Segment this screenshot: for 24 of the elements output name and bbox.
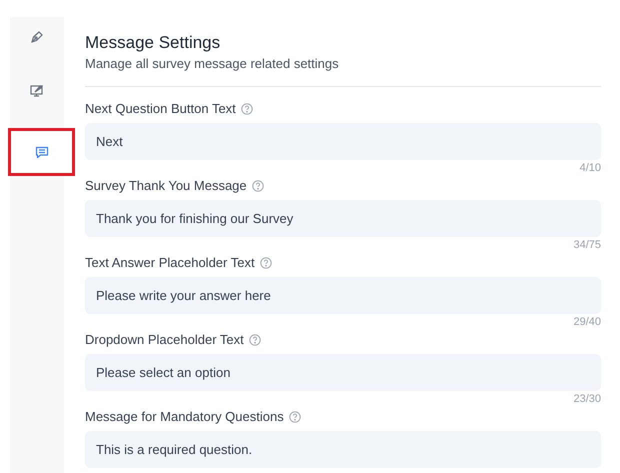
- field-label: Message for Mandatory Questions: [85, 408, 284, 426]
- character-counter: 23/30: [573, 392, 601, 407]
- page-title: Message Settings: [85, 33, 220, 53]
- help-icon[interactable]: [260, 257, 272, 269]
- field-label: Survey Thank You Message: [85, 177, 247, 196]
- help-icon[interactable]: [252, 180, 264, 192]
- help-icon[interactable]: [248, 334, 261, 346]
- sidebar-item[interactable]: [8, 128, 75, 176]
- text-field[interactable]: This is a required question.: [85, 431, 601, 468]
- message-icon: [34, 144, 50, 160]
- character-counter: 29/40: [573, 314, 601, 330]
- pen-icon: [29, 29, 45, 45]
- help-icon[interactable]: [288, 411, 301, 423]
- text-field[interactable]: Thank you for finishing our Survey: [85, 200, 601, 237]
- page-subtitle: Manage all survey message related settings: [85, 55, 339, 73]
- field-label: Next Question Button Text: [85, 100, 236, 118]
- field-label: Text Answer Placeholder Text: [85, 254, 255, 272]
- text-field[interactable]: Please write your answer here: [85, 277, 601, 314]
- text-field[interactable]: Please select an option: [85, 354, 601, 391]
- help-icon[interactable]: [240, 103, 253, 115]
- field-label: Dropdown Placeholder Text: [85, 331, 244, 350]
- character-counter: 4/10: [580, 160, 601, 176]
- text-field[interactable]: Next: [85, 123, 601, 160]
- character-counter: 34/75: [573, 238, 601, 253]
